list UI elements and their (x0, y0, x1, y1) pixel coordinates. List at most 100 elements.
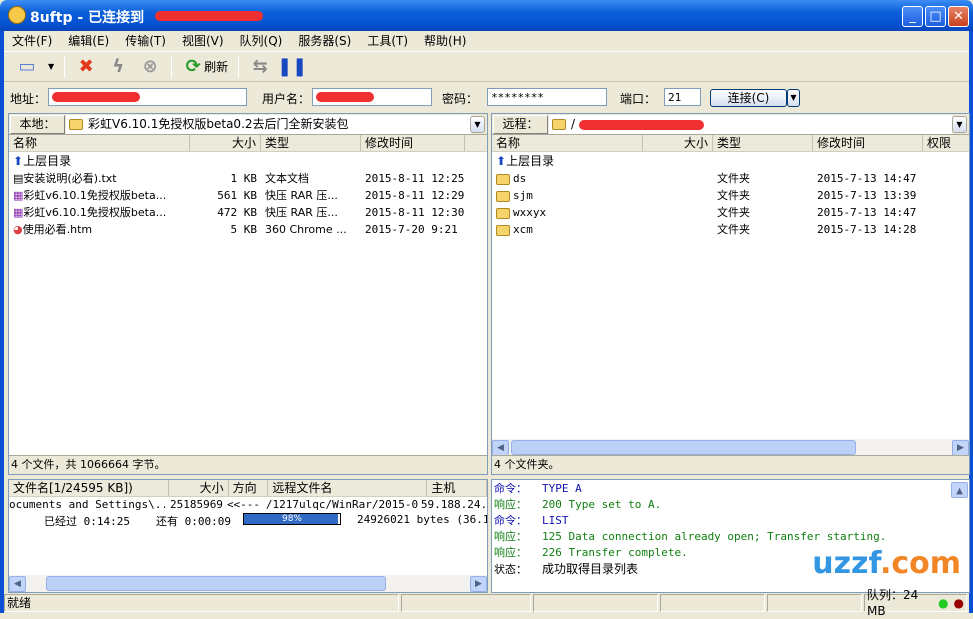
file-row[interactable]: ▦彩虹v6.10.1免授权版beta... 472 KB 快压 RAR 压... 20… (9, 204, 487, 221)
queue-status: 队列：24 MB ● ● (864, 588, 967, 618)
title-bar[interactable]: 8uftp - 已连接到 (0, 0, 973, 31)
local-path-combo[interactable]: 彩虹V6.10.1免授权版beta0.2去后门全新安装包 (66, 115, 471, 134)
status-cell (401, 594, 531, 612)
rar-icon: ▦ (13, 189, 24, 202)
local-header: 名称 大小 类型 修改时间 (9, 135, 487, 152)
port-input[interactable]: 21 (664, 88, 701, 106)
menu-tools[interactable]: 工具(T) (359, 32, 416, 49)
redacted-host (155, 11, 263, 21)
status-bar: 就绪 队列：24 MB ● ● (4, 588, 969, 618)
elapsed-time: 已经过 0:14:25 (44, 515, 130, 528)
queue-hscrollbar[interactable]: ◀ ▶ (9, 575, 487, 592)
menu-queue[interactable]: 队列(Q) (232, 32, 291, 49)
col-modified[interactable]: 修改时间 (813, 135, 923, 151)
address-input[interactable] (48, 88, 247, 106)
col-direction[interactable]: 方向 (229, 480, 269, 496)
password-input[interactable]: ******** (487, 88, 607, 106)
dropdown-arrow-icon[interactable]: ▼ (48, 62, 54, 71)
transfer-icon[interactable]: ⇆ (249, 56, 271, 78)
log-line: 命令： TYPE A (494, 482, 582, 495)
col-modified[interactable]: 修改时间 (361, 135, 465, 151)
folder-row[interactable]: wxxyx 文件夹 2015-7-13 14:47 (492, 204, 969, 221)
col-name[interactable]: 名称 (492, 135, 643, 151)
folder-row[interactable]: sjm 文件夹 2015-7-13 13:39 (492, 187, 969, 204)
col-type[interactable]: 类型 (261, 135, 361, 151)
parent-dir-row[interactable]: ⬆上层目录 (9, 153, 487, 170)
local-path-bar: 本地： 彩虹V6.10.1免授权版beta0.2去后门全新安装包 ▼ (9, 114, 487, 135)
file-row[interactable]: ▤安装说明(必看).txt 1 KB 文本文档 2015-8-11 12:25 (9, 170, 487, 187)
col-type[interactable]: 类型 (713, 135, 813, 151)
port-label: 端口： (620, 92, 657, 106)
scroll-up-icon[interactable]: ▲ (951, 482, 968, 498)
remote-hscrollbar[interactable]: ◀ ▶ (492, 439, 969, 456)
remote-status: 4 个文件夹。 (492, 455, 969, 474)
log-panel: 命令： TYPE A 响应： 200 Type set to A. 命令： LIST … (491, 479, 970, 593)
remote-label: 远程： (493, 115, 548, 134)
status-ready: 就绪 (4, 594, 399, 612)
connection-bar: 地址： 用户名： 密码： ******** 端口： 21 连接(C) ▼ (4, 84, 969, 110)
scroll-thumb[interactable] (511, 440, 856, 455)
menu-file[interactable]: 文件(F) (4, 32, 60, 49)
menu-server[interactable]: 服务器(S) (290, 32, 359, 49)
scroll-left-icon[interactable]: ◀ (492, 439, 509, 456)
remote-path-combo[interactable]: / (549, 115, 952, 134)
menu-edit[interactable]: 编辑(E) (60, 32, 117, 49)
separator (171, 55, 173, 78)
local-path-dropdown[interactable]: ▼ (470, 116, 485, 133)
scroll-right-icon[interactable]: ▶ (470, 575, 487, 592)
col-size[interactable]: 大小 (643, 135, 713, 151)
close-button[interactable]: ✕ (948, 6, 969, 27)
parent-dir-row[interactable]: ⬆上层目录 (492, 153, 969, 170)
log-line: 响应： 200 Type set to A. (494, 498, 662, 511)
remaining-time: 还有 0:00:09 (156, 515, 231, 528)
scroll-left-icon[interactable]: ◀ (9, 575, 26, 592)
toolbar: ▭ ▼ ✖ ϟ ⊗ ⟳ 刷新 ⇆ ❚❚ (4, 51, 969, 82)
queue-item[interactable]: ocuments and Settings\... 25185969 <<---… (9, 497, 487, 512)
connect-dropdown[interactable]: ▼ (787, 89, 800, 107)
folder-row[interactable]: xcm 文件夹 2015-7-13 14:28 (492, 221, 969, 238)
file-row[interactable]: ▦彩虹v6.10.1免授权版beta... 561 KB 快压 RAR 压... 20… (9, 187, 487, 204)
col-host[interactable]: 主机 (427, 480, 487, 496)
username-input[interactable] (312, 88, 432, 106)
reconnect-icon[interactable]: ϟ (107, 56, 129, 78)
col-size[interactable]: 大小 (169, 480, 229, 496)
maximize-button[interactable]: □ (925, 6, 946, 27)
menu-help[interactable]: 帮助(H) (416, 32, 474, 49)
local-status: 4 个文件，共 1066664 字节。 (9, 455, 487, 474)
rar-icon: ▦ (13, 206, 24, 219)
local-pane: 本地： 彩虹V6.10.1免授权版beta0.2去后门全新安装包 ▼ 名称 大小… (8, 113, 488, 475)
browser-icon: ◕ (13, 223, 23, 236)
remote-path-bar: 远程： / ▼ (492, 114, 969, 135)
remote-path-dropdown[interactable]: ▼ (952, 116, 967, 133)
remote-file-list: ⬆上层目录 ds 文件夹 2015-7-13 14:47 sjm 文件夹 2015-7-… (492, 153, 969, 238)
refresh-button[interactable]: ⟳ 刷新 (182, 56, 229, 78)
stop-icon[interactable]: ⊗ (139, 56, 161, 78)
local-label: 本地： (10, 115, 65, 134)
connect-button[interactable]: 连接(C) (710, 89, 787, 107)
site-manager-icon[interactable]: ▭ (16, 56, 38, 78)
disconnect-icon[interactable]: ✖ (75, 56, 97, 78)
transferred-bytes: 24926021 bytes (36.1 K (357, 513, 488, 526)
minimize-button[interactable]: _ (902, 6, 923, 27)
col-local-file[interactable]: 文件名[1/24595 KB]) (9, 480, 169, 496)
scroll-right-icon[interactable]: ▶ (952, 439, 969, 456)
pause-icon[interactable]: ❚❚ (277, 56, 307, 78)
redacted-path (579, 120, 704, 130)
folder-icon (496, 224, 510, 236)
menu-view[interactable]: 视图(V) (174, 32, 232, 49)
folder-icon (496, 207, 510, 219)
col-remote-file[interactable]: 远程文件名 (268, 480, 428, 496)
menu-transfer[interactable]: 传输(T) (117, 32, 174, 49)
col-permissions[interactable]: 权限 (923, 135, 968, 151)
scroll-thumb[interactable] (46, 576, 386, 591)
window-title: 8uftp - 已连接到 (30, 10, 145, 26)
col-name[interactable]: 名称 (9, 135, 190, 151)
folder-row[interactable]: ds 文件夹 2015-7-13 14:47 (492, 170, 969, 187)
menu-bar: 文件(F) 编辑(E) 传输(T) 视图(V) 队列(Q) 服务器(S) 工具(… (4, 31, 969, 50)
col-size[interactable]: 大小 (190, 135, 261, 151)
queue-header: 文件名[1/24595 KB]) 大小 方向 远程文件名 主机 (9, 480, 487, 497)
refresh-icon: ⟳ (185, 56, 201, 77)
text-file-icon: ▤ (13, 172, 24, 185)
file-row[interactable]: ◕使用必看.htm 5 KB 360 Chrome ... 2015-7-20 9:2… (9, 221, 487, 238)
transfer-queue: 文件名[1/24595 KB]) 大小 方向 远程文件名 主机 ocuments… (8, 479, 488, 593)
